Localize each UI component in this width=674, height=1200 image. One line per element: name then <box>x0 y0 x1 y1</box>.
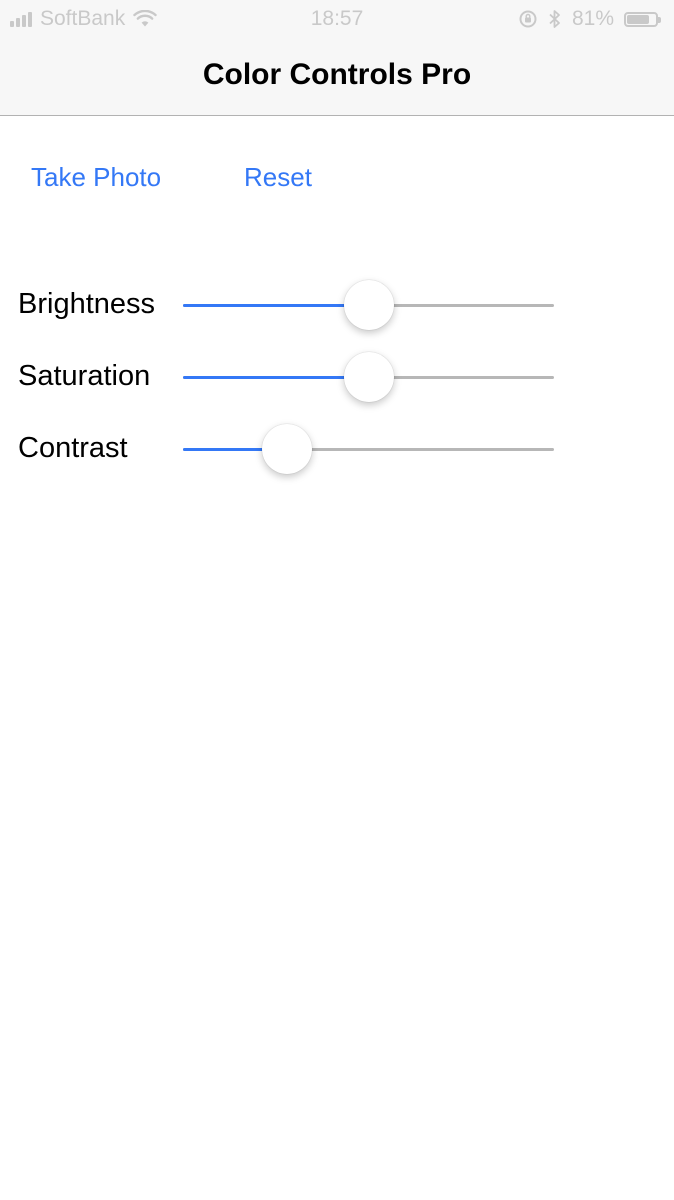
status-right-group: 81% <box>518 7 661 31</box>
contrast-slider-thumb[interactable] <box>261 424 312 474</box>
navigation-bar: Color Controls Pro <box>0 40 674 116</box>
brightness-slider-row: Brightness <box>0 278 674 334</box>
action-row: Take Photo Reset <box>0 162 674 202</box>
saturation-slider[interactable] <box>183 352 554 402</box>
contrast-slider[interactable] <box>183 424 554 474</box>
bluetooth-icon <box>549 10 560 28</box>
battery-level-fill <box>627 14 650 24</box>
brightness-label: Brightness <box>18 288 156 320</box>
status-bar: SoftBank 18:57 81% <box>0 0 674 40</box>
saturation-label: Saturation <box>18 360 151 392</box>
contrast-slider-row: Contrast <box>0 422 674 478</box>
saturation-slider-fill <box>183 376 369 379</box>
take-photo-button[interactable]: Take Photo <box>31 162 161 193</box>
brightness-slider[interactable] <box>183 280 554 330</box>
battery-icon <box>624 11 661 27</box>
contrast-label: Contrast <box>18 432 128 464</box>
saturation-slider-row: Saturation <box>0 350 674 406</box>
page-title: Color Controls Pro <box>202 58 472 91</box>
reset-button[interactable]: Reset <box>244 162 312 193</box>
battery-percentage: 81% <box>571 7 614 30</box>
brightness-slider-fill <box>183 304 369 307</box>
brightness-slider-thumb[interactable] <box>343 280 394 330</box>
saturation-slider-thumb[interactable] <box>343 352 394 402</box>
orientation-lock-icon <box>519 10 537 28</box>
